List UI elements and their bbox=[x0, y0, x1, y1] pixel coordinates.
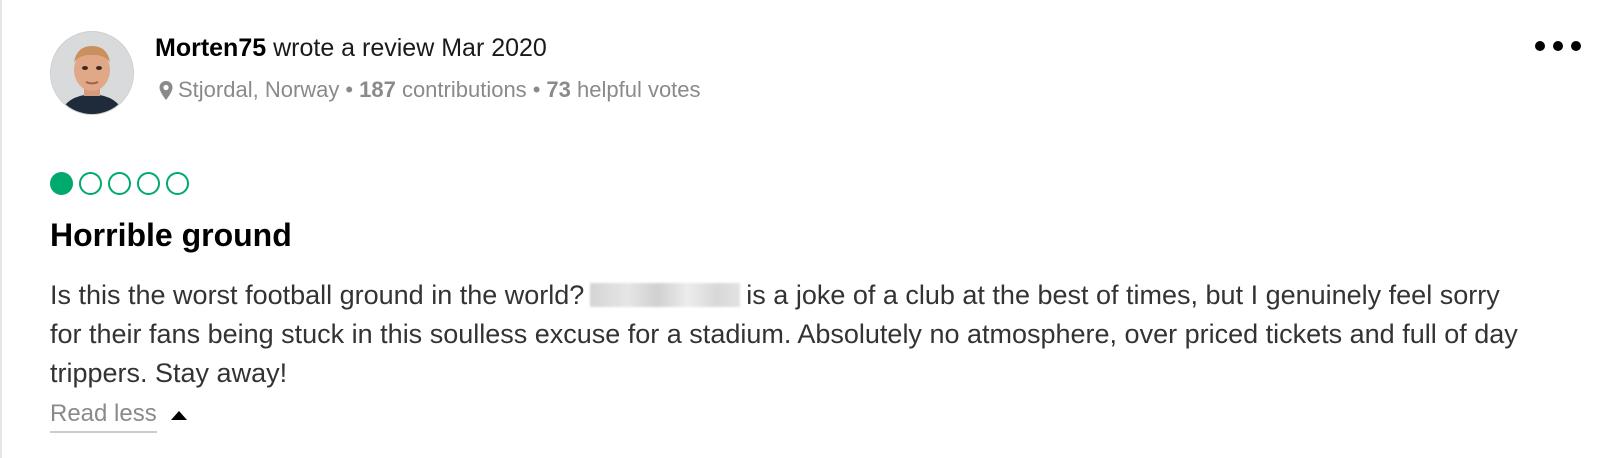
more-options-icon bbox=[1553, 41, 1563, 51]
more-options-icon bbox=[1535, 41, 1545, 51]
rating-bubble bbox=[50, 172, 73, 195]
meta-separator: • bbox=[532, 77, 541, 102]
more-options-icon bbox=[1571, 41, 1581, 51]
read-less-label: Read less bbox=[50, 397, 157, 433]
author-location: Stjordal, Norway bbox=[178, 77, 340, 102]
more-options-button[interactable] bbox=[1535, 33, 1581, 59]
helpful-votes-count: 73 bbox=[546, 77, 571, 102]
review-text-part-1: Is this the worst football ground in the… bbox=[50, 280, 585, 310]
review-title: Horrible ground bbox=[50, 217, 292, 253]
username-link[interactable]: Morten75 bbox=[155, 34, 266, 62]
contributions-count: 187 bbox=[359, 77, 396, 102]
user-avatar-photo bbox=[51, 32, 133, 114]
rating-bubble bbox=[79, 172, 102, 195]
map-pin-icon bbox=[158, 79, 174, 101]
contributions-label: contributions bbox=[401, 77, 527, 102]
review-card: Morten75 wrote a review Mar 2020 Stjorda… bbox=[0, 0, 1620, 458]
review-header: Morten75 wrote a review Mar 2020 bbox=[155, 30, 547, 66]
rating-bubble bbox=[137, 172, 160, 195]
action-text: wrote a review bbox=[273, 34, 435, 62]
bubble-rating bbox=[50, 172, 189, 195]
rating-bubble bbox=[108, 172, 131, 195]
author-meta: Stjordal, Norway • 187 contributions • 7… bbox=[158, 74, 701, 106]
review-text: Is this the worst football ground in the… bbox=[50, 276, 1530, 393]
redacted-text bbox=[590, 283, 741, 307]
read-less-button[interactable]: Read less bbox=[50, 397, 187, 433]
helpful-votes-label: helpful votes bbox=[577, 77, 701, 102]
meta-separator: • bbox=[345, 77, 354, 102]
avatar[interactable] bbox=[50, 31, 134, 115]
caret-up-icon bbox=[170, 410, 187, 420]
rating-bubble bbox=[166, 172, 189, 195]
review-date: Mar 2020 bbox=[441, 34, 547, 62]
